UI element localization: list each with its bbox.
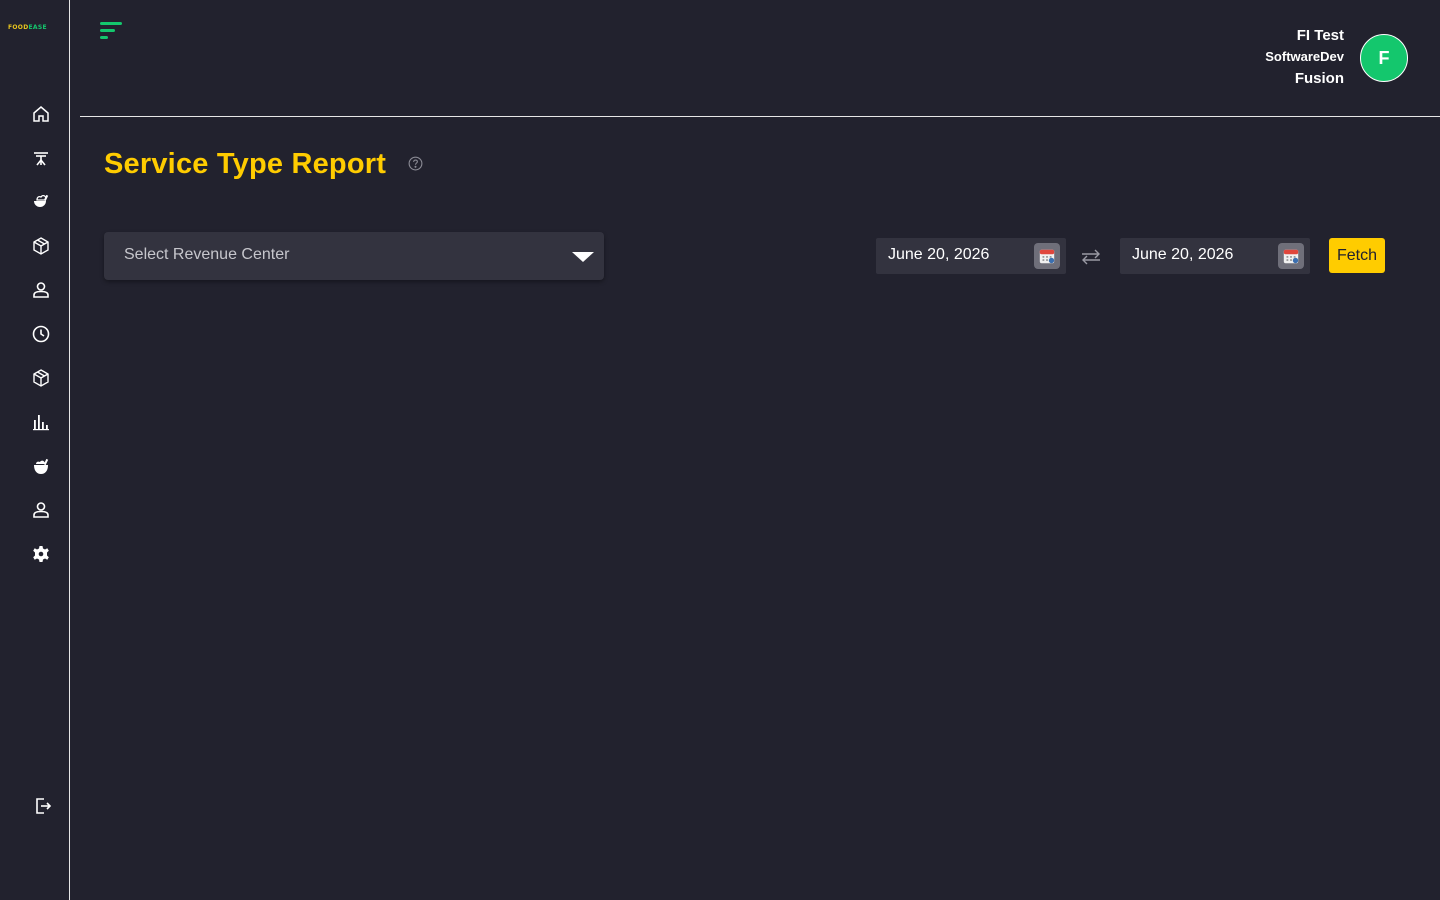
swap-arrows-icon	[1080, 248, 1102, 266]
box-icon[interactable]	[31, 236, 51, 256]
start-date-value: June 20, 2026	[888, 246, 990, 263]
start-date-input[interactable]: June 20, 2026	[876, 238, 1066, 274]
user-name: FI Test	[1296, 27, 1344, 44]
end-date-value: June 20, 2026	[1132, 246, 1234, 263]
food-icon[interactable]	[31, 192, 51, 212]
user-sub: Fusion	[1294, 70, 1344, 87]
staff-icon[interactable]	[31, 500, 51, 520]
avatar[interactable]: F	[1360, 34, 1408, 82]
clock-icon[interactable]	[31, 324, 51, 344]
logout-icon[interactable]	[33, 796, 53, 816]
user-info: FI Test SoftwareDev Fusion	[1265, 26, 1344, 90]
sidebar: FOODEASE	[0, 0, 70, 900]
calendar-icon[interactable]	[1034, 243, 1060, 269]
fruit-icon[interactable]	[31, 456, 51, 476]
revenue-center-select[interactable]: Select Revenue Center	[104, 232, 604, 280]
help-icon[interactable]	[408, 156, 423, 171]
revenue-center-placeholder: Select Revenue Center	[124, 246, 290, 263]
page-title: Service Type Report	[104, 148, 387, 180]
header-divider	[80, 116, 1440, 117]
menu-toggle-icon[interactable]	[98, 20, 124, 42]
settings-icon[interactable]	[31, 544, 51, 564]
fetch-button[interactable]: Fetch	[1329, 238, 1385, 273]
dining-table-icon[interactable]	[31, 148, 51, 168]
chevron-down-icon	[572, 252, 594, 262]
user-org: SoftwareDev	[1265, 49, 1344, 64]
brand-logo[interactable]: FOODEASE	[8, 24, 60, 32]
bar-chart-icon[interactable]	[31, 412, 51, 432]
user-icon[interactable]	[31, 280, 51, 300]
home-icon[interactable]	[31, 104, 51, 124]
end-date-input[interactable]: June 20, 2026	[1120, 238, 1310, 274]
inventory-box-icon[interactable]	[31, 368, 51, 388]
calendar-icon[interactable]	[1278, 243, 1304, 269]
